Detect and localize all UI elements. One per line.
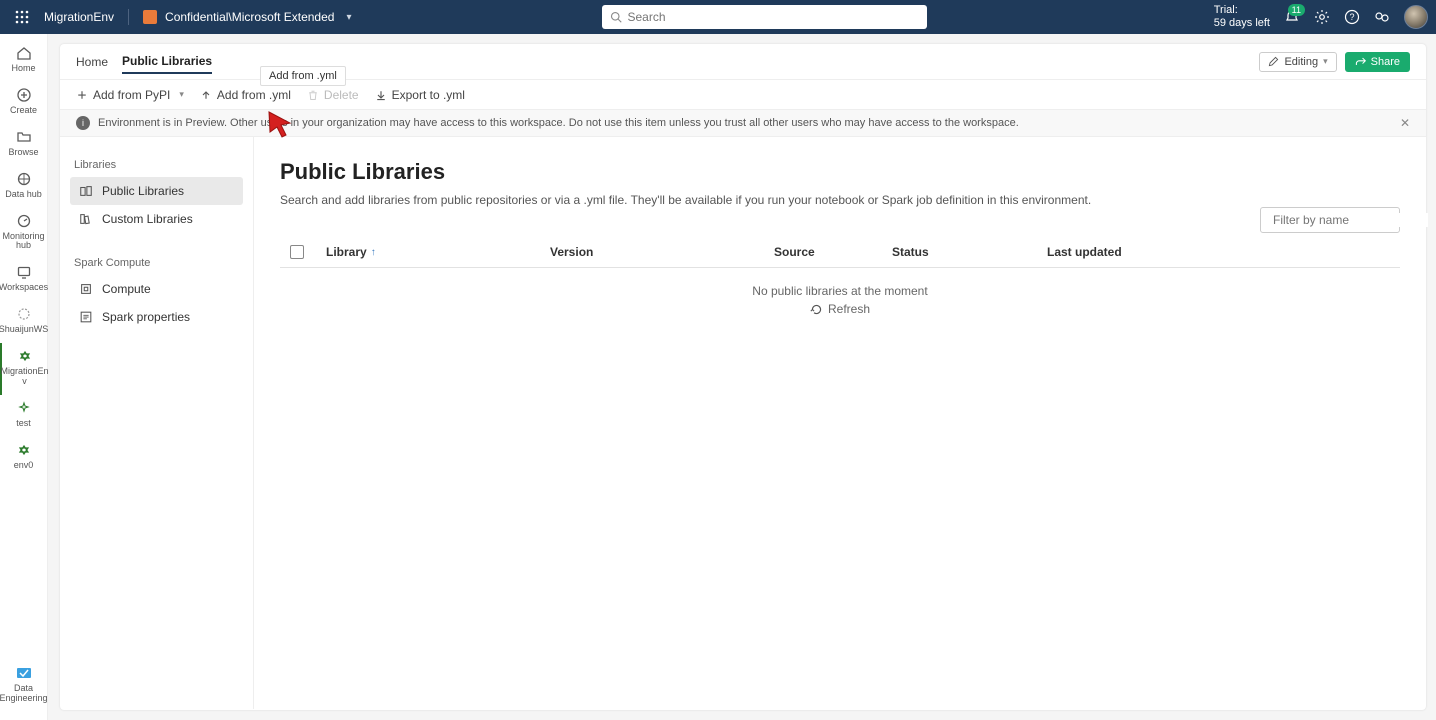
chevron-down-icon: ▾ [179,89,184,100]
col-version[interactable]: Version [550,245,774,259]
global-search[interactable] [602,5,927,29]
filter-input[interactable] [1273,213,1428,227]
tooltip-add-from-yml: Add from .yml [260,66,346,86]
sidepanel-item-public-libraries[interactable]: Public Libraries [70,177,243,205]
custom-libraries-icon [78,211,94,227]
sidepanel-section-libraries: Libraries [74,159,239,171]
share-button[interactable]: Share [1345,52,1410,72]
search-icon [610,11,622,23]
sidepanel-item-spark-properties[interactable]: Spark properties [70,303,243,331]
chevron-down-icon: ▾ [1323,56,1328,67]
home-icon [15,44,33,62]
download-icon [375,89,387,101]
page-body: Public Libraries Search and add librarie… [254,137,1426,709]
rail-browse[interactable]: Browse [0,124,48,166]
col-last-updated[interactable]: Last updated [1047,245,1390,259]
env-item-icon [16,347,34,365]
settings-sidepanel: Libraries Public Libraries Custom Librar… [60,137,254,709]
table-header: Library ↑ Version Source Status Last upd… [280,237,1400,268]
rail-persona-switcher[interactable]: Data Engineering [0,660,48,712]
env-item-icon [15,441,33,459]
page-tabs: Home Public Libraries Add from .yml Edit… [60,44,1426,80]
app-launcher-icon[interactable] [8,9,36,25]
info-icon: i [76,116,90,130]
public-libraries-icon [78,183,94,199]
left-nav-rail: Home Create Browse Data hub Monitoring h… [0,34,48,720]
table-empty-state: No public libraries at the moment Refres… [280,268,1400,319]
workspace-item-icon [15,305,33,323]
page-title: Public Libraries [280,159,1400,185]
page-description: Search and add libraries from public rep… [280,193,1400,207]
monitoring-icon [15,212,33,230]
refresh-button[interactable]: Refresh [810,302,870,316]
main-panel: Home Public Libraries Add from .yml Edit… [60,44,1426,710]
workspace-icon [143,10,157,24]
rail-data-hub[interactable]: Data hub [0,166,48,208]
sidepanel-item-custom-libraries[interactable]: Custom Libraries [70,205,243,233]
trash-icon [307,89,319,101]
data-hub-icon [15,170,33,188]
rail-env0[interactable]: env0 [0,437,48,479]
spark-properties-icon [78,309,94,325]
chevron-down-icon[interactable]: ▾ [346,12,351,23]
tab-home[interactable]: Home [76,51,108,73]
preview-banner: i Environment is in Preview. Other users… [60,110,1426,137]
editing-dropdown[interactable]: Editing ▾ [1259,52,1336,72]
share-icon [1355,56,1366,67]
compute-icon [78,281,94,297]
search-input[interactable] [628,10,919,24]
rail-create[interactable]: Create [0,82,48,124]
tab-public-libraries[interactable]: Public Libraries [122,50,212,74]
feedback-icon[interactable] [1374,9,1390,25]
help-icon[interactable]: ? [1344,9,1360,25]
delete-button: Delete [307,88,359,102]
select-all-checkbox[interactable] [290,245,304,259]
col-status[interactable]: Status [892,245,1047,259]
export-to-yml-button[interactable]: Export to .yml [375,88,465,102]
rail-migrationen[interactable]: MigrationEn v [0,343,48,395]
plus-icon [76,89,88,101]
banner-text: Environment is in Preview. Other users i… [98,117,1019,129]
add-from-yml-button[interactable]: Add from .yml [200,88,291,102]
notifications-icon[interactable]: 11 [1284,9,1300,25]
sort-asc-icon: ↑ [371,247,376,258]
banner-close-icon[interactable]: ✕ [1400,116,1410,130]
org-path: Confidential\Microsoft Extended [165,10,334,24]
pencil-icon [1268,56,1279,67]
add-from-pypi-button[interactable]: Add from PyPI ▾ [76,88,184,102]
global-header: MigrationEnv Confidential\Microsoft Exte… [0,0,1436,34]
upload-icon [200,89,212,101]
trial-info: Trial: 59 days left [1214,4,1270,29]
settings-icon[interactable] [1314,9,1330,25]
notif-badge: 11 [1288,4,1305,16]
sidepanel-item-compute[interactable]: Compute [70,275,243,303]
libraries-table: Library ↑ Version Source Status Last upd… [280,237,1400,319]
folder-icon [15,128,33,146]
sparkle-icon [15,399,33,417]
rail-shuaijunws[interactable]: ShuaijunWS [0,301,48,343]
refresh-icon [810,303,823,316]
sidepanel-section-spark: Spark Compute [74,257,239,269]
env-name: MigrationEnv [44,10,114,24]
workspaces-icon [15,263,33,281]
col-library[interactable]: Library ↑ [326,245,550,259]
persona-icon [15,664,33,682]
plus-circle-icon [15,86,33,104]
rail-workspaces[interactable]: Workspaces [0,259,48,301]
filter-by-name[interactable] [1260,207,1400,233]
rail-home[interactable]: Home [0,40,48,82]
col-source[interactable]: Source [774,245,892,259]
avatar[interactable] [1404,5,1428,29]
rail-test[interactable]: test [0,395,48,437]
rail-monitoring[interactable]: Monitoring hub [0,208,48,260]
svg-text:?: ? [1349,12,1354,22]
